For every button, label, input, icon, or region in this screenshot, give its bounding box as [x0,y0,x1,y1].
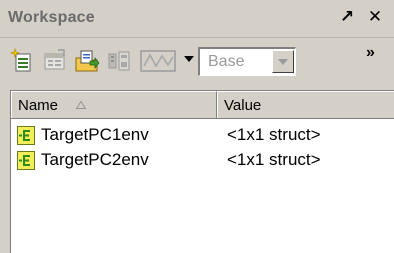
workspace-table: Name Value TargetPC1env <1x1 struct> Tar… [10,90,394,253]
variable-value: <1x1 struct> [227,150,321,169]
sort-ascending-icon [76,101,86,109]
variable-name: TargetPC2env [41,150,149,169]
toolbar: Base » [0,38,394,84]
column-header-value[interactable]: Value [217,91,394,118]
stack-select-value: Base [208,53,245,70]
stack-select-button[interactable] [272,50,294,73]
toolbar-overflow-button[interactable]: » [366,44,375,62]
save-workspace-icon[interactable] [106,48,132,74]
open-selection-icon[interactable] [42,48,68,74]
column-header-label: Value [224,97,262,114]
window-title: Workspace [8,9,95,26]
variable-value: <1x1 struct> [227,125,321,144]
import-data-icon[interactable] [74,48,100,74]
plot-icon[interactable] [140,48,178,74]
workspace-window: Workspace ↗ ✕ Base » Name Value TargetPC… [0,0,394,253]
plot-dropdown-icon[interactable] [184,56,194,62]
column-header-label: Name [18,97,59,114]
struct-icon [17,126,35,145]
table-row[interactable]: TargetPC2env <1x1 struct> [11,149,394,173]
stack-select[interactable]: Base [198,47,296,76]
title-bar: Workspace ↗ ✕ [0,0,394,38]
struct-icon [17,151,35,170]
table-row[interactable]: TargetPC1env <1x1 struct> [11,124,394,148]
close-button[interactable]: ✕ [366,8,384,26]
table-header: Name Value [11,91,394,119]
new-variable-icon[interactable] [10,48,36,74]
column-header-name[interactable]: Name [11,91,217,118]
variable-name: TargetPC1env [41,125,149,144]
undock-button[interactable]: ↗ [338,8,356,26]
chevron-down-icon [278,59,288,65]
